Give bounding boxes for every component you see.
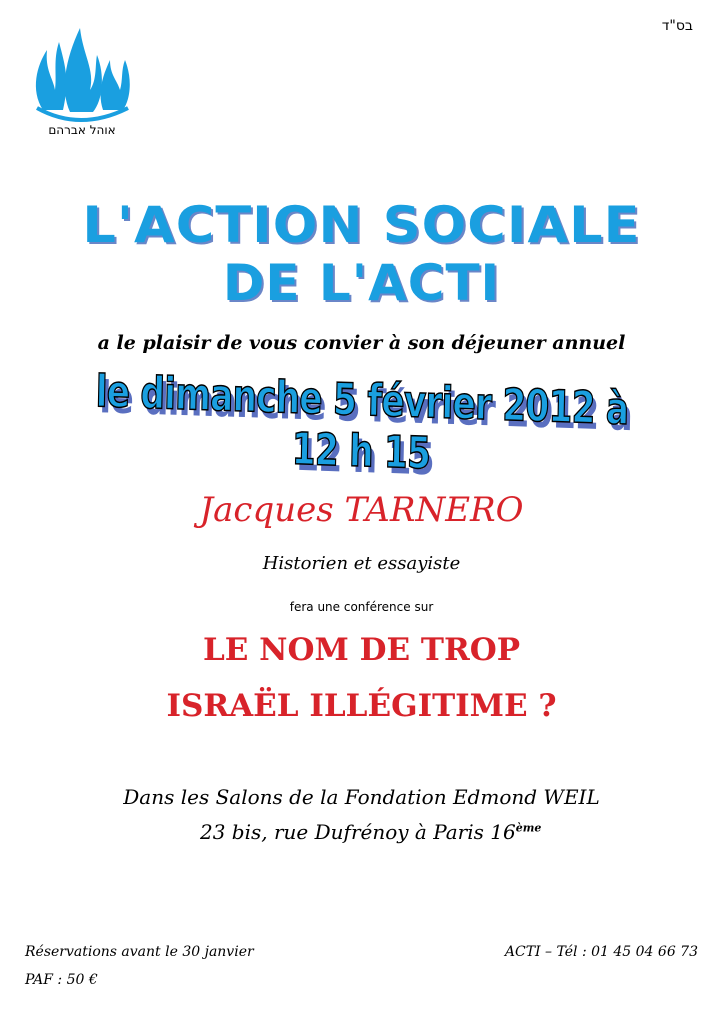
acti-logo: אוהל אברהם (25, 20, 140, 140)
speaker-role: Historien et essayiste (262, 553, 461, 574)
flame-logo-icon: אוהל אברהם (35, 28, 130, 137)
title-line-2: DE L'ACTI (222, 254, 501, 312)
paf-price: PAF : 50 € (25, 972, 98, 988)
speaker-name: Jacques TARNERO (199, 490, 524, 530)
event-date: le dimanche 5 février 2012 à 12 h 15 (95, 365, 630, 480)
venue-address-text: 23 bis, rue Dufrénoy à Paris 16 (200, 820, 516, 844)
bsd-mark: בס"ד (661, 18, 693, 34)
topic-line-1: LE NOM DE TROP (202, 632, 521, 668)
title-line-1: L'ACTION SOCIALE (82, 196, 641, 254)
topic-line-2: ISRAËL ILLÉGITIME ? (166, 688, 557, 724)
reservation-deadline: Réservations avant le 30 janvier (25, 944, 254, 960)
venue-address-sup: ème (515, 821, 542, 835)
invitation-text: a le plaisir de vous convier à son déjeu… (97, 332, 626, 354)
venue-name: Dans les Salons de la Fondation Edmond W… (123, 785, 600, 809)
contact-phone: ACTI – Tél : 01 45 04 66 73 (504, 944, 698, 960)
conference-intro: fera une conférence sur (289, 600, 434, 614)
logo-hebrew-text: אוהל אברהם (48, 123, 115, 137)
venue-address: 23 bis, rue Dufrénoy à Paris 16ème (200, 820, 541, 844)
